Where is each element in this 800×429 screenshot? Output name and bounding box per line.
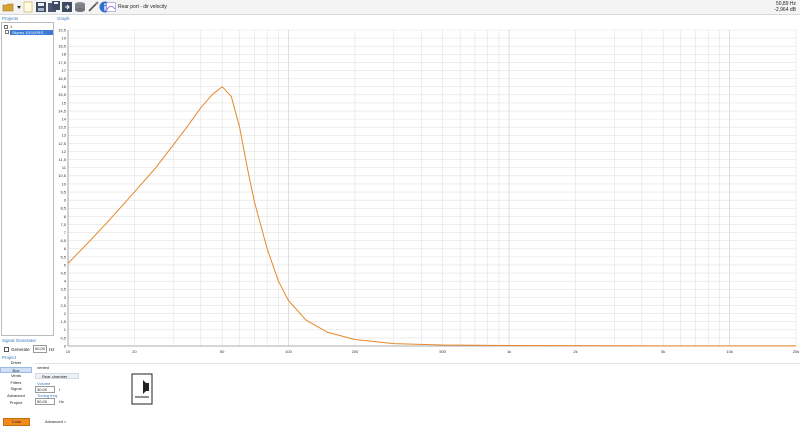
tab-rear-chamber[interactable]: Rear chamber: [35, 373, 79, 379]
y-tick-label: 18: [62, 52, 67, 57]
y-tick-label: 10,5: [58, 173, 67, 178]
measure-probe-icon[interactable]: [87, 1, 99, 13]
save-all-icon[interactable]: [48, 1, 60, 13]
y-tick-label: 17: [62, 68, 67, 73]
box-settings-panel: vented Rear chamber Volume 30,00 l Tunin…: [35, 363, 800, 429]
tuning-unit: Hz: [59, 399, 64, 404]
x-tick-label: 20: [132, 349, 137, 354]
box-diagram-icon: [131, 373, 153, 405]
nav-item-box[interactable]: Box: [0, 366, 32, 373]
y-tick-label: 7,5: [60, 222, 66, 227]
projects-title: Projects: [2, 16, 19, 21]
y-tick-label: 7: [64, 230, 67, 235]
y-tick-label: 5: [64, 262, 67, 267]
y-tick-label: 19,5: [58, 27, 67, 32]
signal-generator-title: Signal Generator: [2, 338, 37, 343]
save-icon[interactable]: [35, 1, 47, 13]
open-folder-icon[interactable]: [2, 1, 14, 13]
advanced-link[interactable]: Advanced >: [43, 419, 68, 425]
y-tick-label: 14,5: [58, 108, 67, 113]
view-mode-label: Rear port - dir velocity: [118, 4, 167, 10]
y-tick-label: 6: [64, 246, 67, 251]
projects-tree: 1 Skyrus 10/100RS - 300: [1, 22, 54, 336]
y-tick-label: 9,5: [60, 189, 66, 194]
nav-item-filters[interactable]: Filters: [0, 380, 32, 386]
y-tick-label: 17,5: [58, 60, 67, 65]
generator-frequency-input[interactable]: 50,00: [33, 345, 47, 353]
y-tick-label: 19: [62, 36, 67, 41]
database-icon[interactable]: [74, 1, 86, 13]
x-tick-label: 10k: [726, 349, 732, 354]
y-tick-label: 15: [62, 100, 67, 105]
tuning-input[interactable]: 50,00: [35, 398, 55, 405]
tree-item-project[interactable]: 1: [10, 24, 12, 29]
y-tick-label: 10: [62, 181, 67, 186]
graph-title: Graph: [57, 16, 70, 21]
new-project-icon[interactable]: [22, 1, 34, 13]
x-tick-label: 200: [352, 349, 359, 354]
y-tick-label: 6,5: [60, 238, 66, 243]
nav-item-project[interactable]: Project: [0, 400, 32, 406]
generate-checkbox[interactable]: [4, 347, 9, 352]
nav-item-driver[interactable]: Driver: [0, 360, 32, 366]
y-tick-label: 3,5: [60, 287, 66, 292]
tree-checkbox[interactable]: [5, 30, 9, 34]
x-tick-label: 20k: [793, 349, 799, 354]
generator-unit: Hz: [49, 347, 55, 352]
tree-checkbox[interactable]: [4, 25, 8, 29]
y-tick-label: 2,5: [60, 303, 66, 308]
y-tick-label: 8,5: [60, 206, 66, 211]
y-tick-label: 13,5: [58, 125, 67, 130]
x-tick-label: 1k: [507, 349, 511, 354]
volume-input[interactable]: 30,00: [35, 386, 55, 393]
y-tick-label: 5,5: [60, 254, 66, 259]
response-chart: 00,511,522,533,544,555,566,577,588,599,5…: [58, 27, 799, 354]
y-tick-label: 12,5: [58, 141, 67, 146]
graph-mode-icon[interactable]: [106, 1, 116, 13]
toolbar: Rear port - dir velocity 50,89 Hz -2,964…: [0, 0, 800, 15]
graph-area[interactable]: 0 0,5 1 1,5 2 2,5 3 3,5 4 4,5 5 5,5 6 6,5 7 7,5 8 8,5 9 9,5…: [56, 22, 800, 357]
y-tick-label: 18,5: [58, 44, 67, 49]
y-tick-label: 11,5: [59, 157, 67, 162]
x-tick-label: 5k: [661, 349, 665, 354]
y-tick-label: 2: [64, 311, 67, 316]
y-tick-label: 15,5: [58, 92, 67, 97]
cursor-readout: 50,89 Hz -2,964 dB: [774, 1, 796, 13]
nav-item-advanced[interactable]: Advanced: [0, 393, 32, 399]
x-tick-label: 500: [439, 349, 446, 354]
y-tick-label: 12: [62, 149, 67, 154]
y-tick-label: 1,5: [60, 319, 66, 324]
box-type-label: vented: [37, 365, 50, 370]
y-tick-label: 0,5: [60, 335, 66, 340]
y-tick-label: 4: [64, 279, 67, 284]
x-tick-label: 50: [220, 349, 225, 354]
export-icon[interactable]: [61, 1, 73, 13]
y-tick-label: 1: [64, 327, 67, 332]
y-tick-label: 13: [62, 133, 67, 138]
tree-item-driver[interactable]: Skyrus 10/100RS - 300: [10, 30, 53, 40]
y-tick-label: 16,5: [58, 76, 67, 81]
y-tick-label: 16: [62, 84, 67, 89]
nav-item-signal[interactable]: Signal: [0, 386, 32, 392]
y-tick-label: 3: [64, 295, 67, 300]
signal-generator-row: Generate 50,00 Hz: [2, 345, 82, 354]
y-tick-label: 4,5: [60, 270, 66, 275]
x-tick-label: 100: [285, 349, 292, 354]
nav-item-vents[interactable]: Vents: [0, 373, 32, 379]
x-tick-label: 2k: [573, 349, 577, 354]
cursor-level: -2,964 dB: [774, 7, 796, 13]
y-tick-label: 14: [62, 117, 67, 122]
color-button[interactable]: Color: [3, 418, 30, 426]
y-tick-label: 9: [64, 198, 67, 203]
y-tick-label: 8: [64, 214, 67, 219]
y-tick-label: 11: [62, 165, 67, 170]
generate-label: Generate: [11, 347, 30, 352]
